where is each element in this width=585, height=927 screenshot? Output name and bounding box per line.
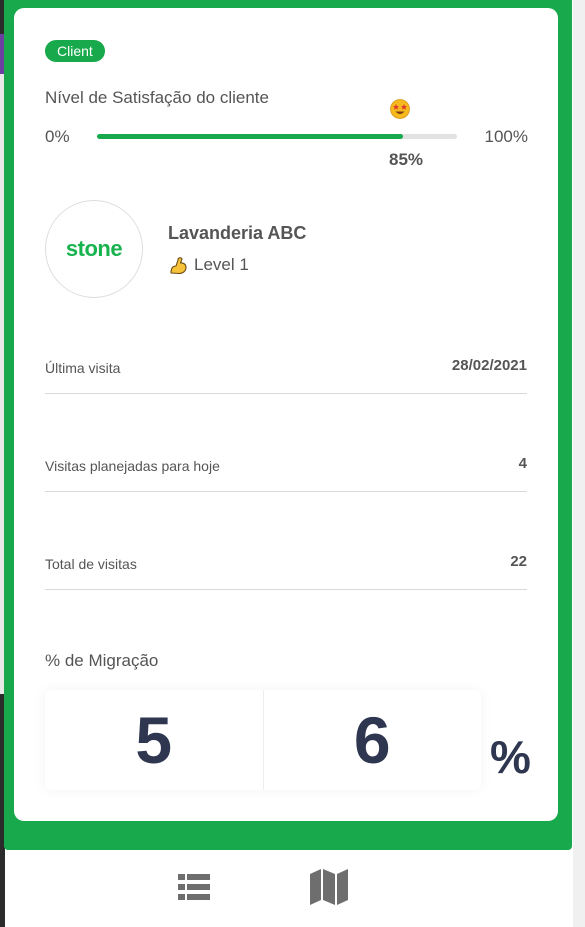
satisfaction-progress-bar (97, 134, 457, 139)
migration-title: % de Migração (45, 651, 159, 670)
stat-label: Última visita (45, 360, 121, 376)
scrollbar-track[interactable] (573, 0, 585, 927)
stat-label: Total de visitas (45, 556, 137, 572)
star-struck-face-icon (390, 99, 410, 119)
list-icon (178, 874, 210, 900)
stat-value: 4 (518, 455, 527, 472)
client-card: Client Nível de Satisfação do cliente 0%… (14, 8, 558, 821)
map-icon (310, 869, 348, 905)
bottom-navigation (5, 850, 573, 927)
satisfaction-progress-fill (97, 134, 403, 139)
map-view-button[interactable] (309, 867, 349, 907)
migration-digit-1: 5 (135, 703, 173, 777)
client-logo: stone (45, 200, 143, 298)
client-level: Level 1 (168, 254, 249, 276)
migration-percent-sign: % (490, 731, 531, 783)
satisfaction-max-label: 100% (484, 127, 528, 146)
client-logo-text: stone (65, 236, 123, 261)
satisfaction-title: Nível de Satisfação do cliente (45, 88, 269, 107)
stat-value: 28/02/2021 (451, 357, 527, 374)
client-name: Lavanderia ABC (168, 223, 307, 243)
stat-row-total-visits: Total de visitas 22 (45, 549, 527, 590)
stat-row-planned-visits: Visitas planejadas para hoje 4 (45, 451, 527, 492)
flexed-biceps-icon (170, 257, 187, 275)
satisfaction-min-label: 0% (45, 127, 70, 146)
list-view-button[interactable] (174, 867, 214, 907)
stat-value: 22 (510, 553, 527, 570)
satisfaction-value: 85% (389, 150, 424, 169)
client-badge: Client (45, 40, 105, 62)
stat-label: Visitas planejadas para hoje (45, 458, 220, 474)
migration-value-box: 5 6 (45, 690, 481, 790)
client-level-label: Level 1 (194, 255, 249, 274)
stat-row-last-visit: Última visita 28/02/2021 (45, 353, 527, 394)
migration-digit-2: 6 (262, 690, 482, 790)
